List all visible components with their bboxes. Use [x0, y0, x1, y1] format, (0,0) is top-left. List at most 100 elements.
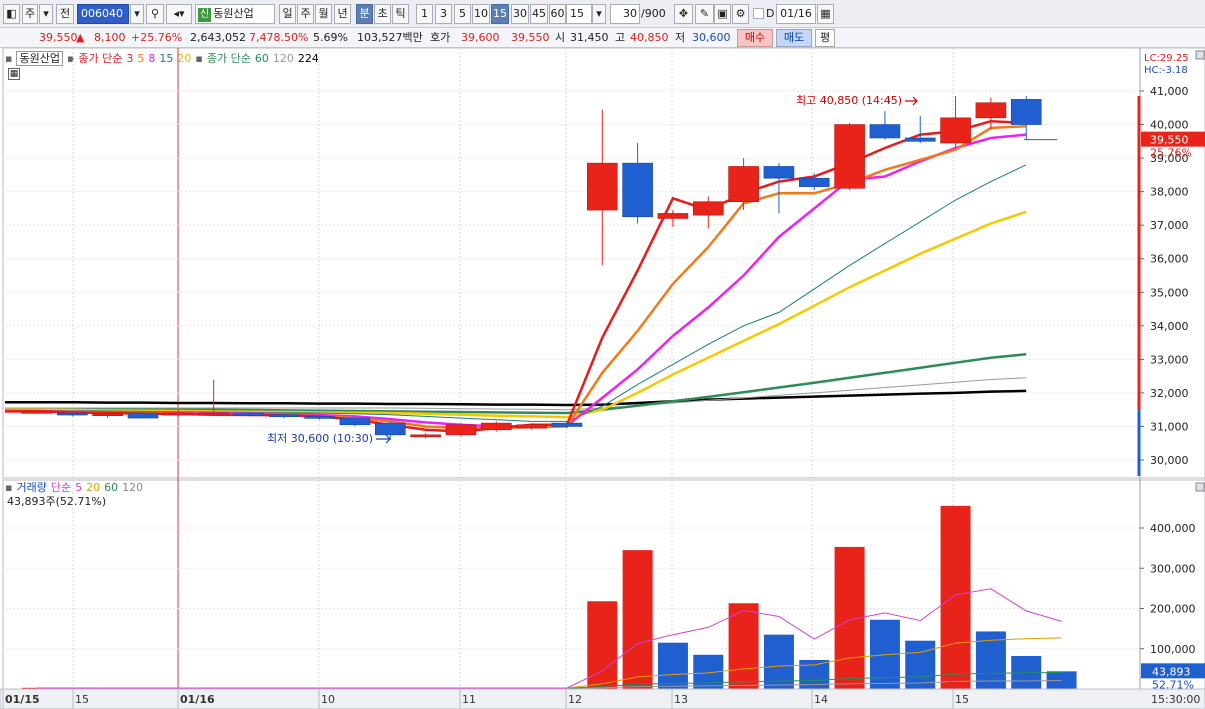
volume-pct: 7,478.50% — [249, 31, 309, 44]
price-tick-label: 36,000 — [1150, 253, 1189, 266]
volume-current-value: 43,893주(52.71%) — [7, 495, 107, 508]
volume-tick-label: 200,000 — [1150, 603, 1196, 616]
period-button-4[interactable]: 분 — [356, 4, 373, 24]
stock-code-input[interactable]: 006040 — [77, 4, 129, 24]
volume-bar — [940, 505, 971, 689]
ma-period-60[interactable]: 60 — [255, 52, 269, 65]
type-select[interactable]: 주 — [22, 4, 38, 24]
count-input[interactable]: 30 — [610, 4, 640, 24]
ma-period-224[interactable]: 224 — [298, 52, 319, 65]
price-change: 8,100 — [94, 31, 126, 44]
ma-period-3[interactable]: 3 — [126, 52, 133, 65]
speaker-icon[interactable]: ◂▾ — [166, 4, 192, 24]
vol-ma-period-60[interactable]: 60 — [104, 481, 118, 494]
minute-button-10[interactable]: 10 — [472, 4, 490, 24]
volume-bar — [799, 660, 830, 689]
sell-button[interactable]: 매도 — [776, 29, 812, 47]
minute-button-1[interactable]: 1 — [416, 4, 433, 24]
volume-bar — [763, 634, 794, 689]
volume-bar — [163, 688, 194, 690]
candle-body — [198, 412, 229, 416]
stock-name-field[interactable]: 신 동원산업 — [195, 4, 275, 24]
current-pct-tag: 25.76% — [1150, 147, 1192, 160]
volume-bar — [657, 642, 688, 689]
calendar-icon[interactable]: ▦ — [817, 4, 834, 24]
vol-ma-period-20[interactable]: 20 — [86, 481, 100, 494]
chart-grid — [2, 47, 1205, 709]
price-moving-averages — [5, 119, 1027, 433]
chevron-down-icon[interactable]: ▾ — [592, 4, 606, 24]
x-tick-label: 15 — [75, 693, 89, 706]
stock-name-tag[interactable]: 동원산업 — [16, 51, 63, 66]
price-ma15-line — [5, 164, 1027, 422]
x-tick-label: 11 — [462, 693, 476, 706]
ma-period-20[interactable]: 20 — [177, 52, 191, 65]
period-button-5[interactable]: 초 — [374, 4, 391, 24]
x-tick-label: 10 — [321, 693, 335, 706]
chevron-down-icon[interactable]: ▾ — [39, 4, 53, 24]
minute-button-15[interactable]: 15 — [491, 4, 509, 24]
candle-body — [57, 412, 88, 416]
tools-icon[interactable]: ✎ — [695, 4, 714, 24]
price-change-pct: +25.76% — [131, 31, 183, 44]
open-price: 31,450 — [570, 31, 609, 44]
volume-bar — [905, 640, 936, 689]
prev-button[interactable]: 전 — [56, 4, 74, 24]
volume-bar — [481, 688, 512, 690]
period-button-1[interactable]: 주 — [297, 4, 314, 24]
panel-collapse-icon — [1195, 482, 1205, 492]
d-checkbox[interactable] — [753, 8, 764, 19]
candle-body — [127, 412, 159, 419]
ma-period-15[interactable]: 15 — [159, 52, 173, 65]
low-price: 30,600 — [692, 31, 731, 44]
candle-body — [516, 424, 547, 429]
current-price: 39,550 — [39, 31, 78, 44]
vol-ma-period-120[interactable]: 120 — [122, 481, 143, 494]
volume-bar — [693, 654, 724, 689]
interval-select[interactable]: 15 — [566, 4, 592, 24]
minute-button-45[interactable]: 45 — [530, 4, 548, 24]
save-icon[interactable]: ▣ — [714, 4, 731, 24]
ma-title-2: 종가 단순 — [206, 52, 251, 65]
candle-body — [622, 162, 653, 218]
minute-button-30[interactable]: 30 — [511, 4, 529, 24]
price-tick-label: 40,000 — [1150, 119, 1189, 132]
x-tick-label: 13 — [674, 693, 688, 706]
vol-ma-period-5[interactable]: 5 — [75, 481, 82, 494]
candle-body — [586, 162, 618, 211]
period-button-3[interactable]: 년 — [334, 4, 351, 24]
price-ma224-line — [5, 389, 1027, 407]
chart-axes: 30,000 31,000 32,000 33,000 34,000 35,000 36,0… — [0, 85, 1205, 709]
search-icon[interactable]: ⚲ — [146, 4, 164, 24]
gear-icon[interactable]: ⚙ — [732, 4, 749, 24]
ma-period-8[interactable]: 8 — [148, 52, 155, 65]
ma-period-5[interactable]: 5 — [137, 52, 144, 65]
chart-type-icon[interactable]: ◧ — [3, 4, 20, 24]
crosshair-icon[interactable]: ✥ — [674, 4, 693, 24]
minute-button-5[interactable]: 5 — [454, 4, 471, 24]
candle-body — [163, 412, 194, 416]
date-input[interactable]: 01/16 — [776, 4, 816, 24]
volume-bar — [551, 688, 582, 690]
period-button-6[interactable]: 틱 — [392, 4, 409, 24]
price-ma60-line — [5, 353, 1027, 415]
price-tick-label: 34,000 — [1150, 320, 1189, 333]
buy-button[interactable]: 매수 — [737, 29, 773, 47]
period-button-0[interactable]: 일 — [279, 4, 296, 24]
chart-canvas[interactable]: 30,000 31,000 32,000 33,000 34,000 35,000 36,0… — [0, 0, 1205, 709]
volume-tick-label: 100,000 — [1150, 643, 1196, 656]
volume-bar — [233, 688, 264, 690]
ma-period-120[interactable]: 120 — [273, 52, 294, 65]
price-tick-label: 38,000 — [1150, 186, 1189, 199]
period-button-2[interactable]: 월 — [315, 4, 332, 24]
eval-button[interactable]: 평 — [815, 29, 835, 47]
price-ma120-line — [5, 377, 1027, 411]
minute-button-60[interactable]: 60 — [549, 4, 566, 24]
candle-body — [975, 102, 1007, 119]
x-tick-label: 01/15 — [5, 693, 40, 706]
minute-button-3[interactable]: 3 — [435, 4, 452, 24]
volume-tag-bg — [1141, 663, 1205, 679]
price-tick-label: 39,000 — [1150, 152, 1189, 165]
grid-icon[interactable]: ▦ — [8, 68, 20, 80]
chevron-down-icon[interactable]: ▾ — [130, 4, 144, 24]
